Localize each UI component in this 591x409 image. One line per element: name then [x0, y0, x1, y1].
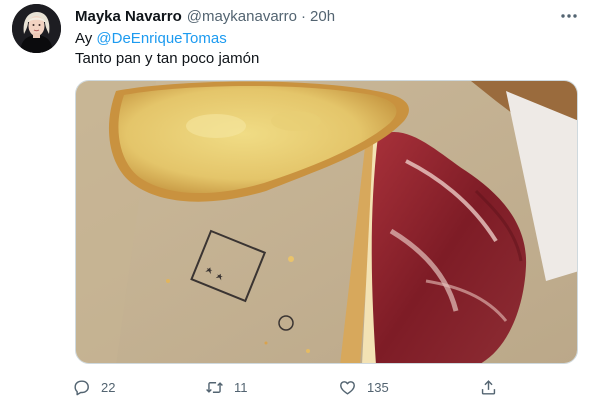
separator-dot: · — [301, 7, 307, 25]
share-button[interactable] — [479, 374, 498, 400]
heart-icon — [340, 380, 355, 395]
avatar[interactable] — [12, 4, 61, 53]
timestamp[interactable]: 20h — [310, 8, 335, 25]
retweet-count: 11 — [234, 379, 248, 395]
reply-count: 22 — [101, 379, 116, 395]
like-count: 135 — [367, 379, 389, 395]
mention-link[interactable]: @DeEnriqueTomas — [96, 30, 226, 47]
tweet-text-prefix: Ay — [75, 30, 97, 47]
reply-bubble-icon — [74, 379, 89, 395]
tweet-header: Mayka Navarro @maykanavarro · 20h — [75, 6, 335, 26]
like-button[interactable]: 135 — [338, 374, 389, 400]
tweet-actions: 22 11 135 — [72, 374, 502, 400]
tweet-text-line-2: Tanto pan y tan poco jamón — [75, 50, 260, 67]
tweet-text-line-1: Ay @DeEnriqueTomas — [75, 30, 227, 47]
retweet-icon — [206, 381, 223, 393]
tweet-photo[interactable] — [75, 80, 578, 364]
tweet[interactable]: Mayka Navarro @maykanavarro · 20h Ay @De… — [0, 0, 591, 409]
author-handle[interactable]: @maykanavarro — [187, 8, 297, 25]
share-icon — [481, 379, 496, 395]
sandwich-photo — [76, 81, 577, 363]
author-name[interactable]: Mayka Navarro — [75, 8, 182, 25]
more-horizontal-icon — [561, 14, 577, 18]
more-options-button[interactable] — [558, 6, 580, 26]
avatar-photo — [12, 4, 61, 53]
reply-button[interactable]: 22 — [72, 374, 115, 400]
retweet-button[interactable]: 11 — [205, 374, 248, 400]
